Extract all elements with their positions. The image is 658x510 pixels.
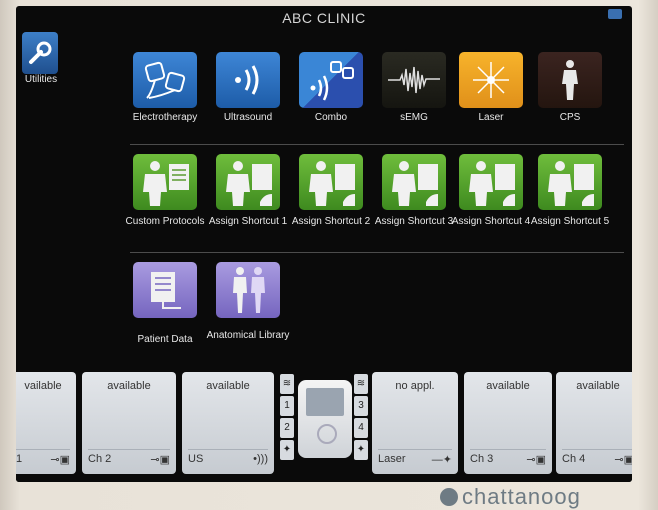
channel-slot-4[interactable]: available Ch 4 ⊸▣ (556, 372, 632, 474)
channel-name: US (188, 453, 204, 465)
shortcut-body-icon (392, 161, 438, 206)
library-label: Patient Data (137, 334, 193, 345)
channel-name: Ch 4 (562, 453, 586, 465)
ultrasound-waves-icon (235, 65, 259, 95)
electrotherapy-button[interactable] (133, 52, 197, 108)
channel-status: no appl. (395, 380, 435, 392)
channel-name: Ch 2 (88, 453, 112, 465)
brand-logo-icon (440, 488, 458, 506)
channel-status: available (486, 380, 530, 392)
anatomical-library-button[interactable] (216, 262, 280, 318)
channel-status: available (206, 380, 250, 392)
modality-label: CPS (559, 112, 581, 123)
laser-button[interactable] (459, 52, 523, 108)
port-number[interactable]: 2 (280, 418, 294, 438)
touch-screen: ABC CLINIC Utilities Electrotherapy Ultr… (16, 6, 632, 482)
protocol-label: Assign Shortcut 2 (291, 216, 371, 227)
assign-shortcut-2-button[interactable] (299, 154, 363, 210)
device-port-column-left: ≋ 1 2 ✦ (280, 374, 294, 470)
electrode-plug-icon: ⊸▣ (50, 453, 70, 466)
channel-status: available (576, 380, 620, 392)
shortcut-body-icon (548, 161, 594, 206)
modality-label: Ultrasound (223, 112, 273, 123)
shortcut-body-icon (469, 161, 515, 206)
assign-shortcut-4-button[interactable] (459, 154, 523, 210)
laser-port-icon: ✦ (280, 440, 294, 460)
protocol-label: Custom Protocols (125, 216, 205, 227)
electrode-plug-icon: ⊸▣ (526, 453, 546, 466)
protocol-body-icon (143, 161, 189, 206)
modality-label: Combo (314, 112, 348, 123)
channel-status: available (107, 380, 151, 392)
laser-burst-icon (473, 62, 509, 98)
electrode-plug-icon: ⊸▣ (150, 453, 170, 466)
patient-data-button[interactable] (133, 262, 197, 318)
protocol-label: Assign Shortcut 1 (208, 216, 288, 227)
patient-data-icon (151, 272, 181, 309)
library-label: Anatomical Library (206, 330, 290, 341)
utilities-button[interactable]: Utilities (20, 32, 62, 86)
assign-shortcut-5-button[interactable] (538, 154, 602, 210)
divider (130, 144, 624, 145)
channel-status: vailable (24, 380, 62, 392)
combo-icon (310, 61, 354, 101)
protocol-label: Assign Shortcut 5 (530, 216, 610, 227)
channel-bar: vailable 1 ⊸▣ available Ch 2 ⊸▣ available … (16, 368, 632, 482)
cps-button[interactable] (538, 52, 602, 108)
modality-label: Electrotherapy (132, 112, 198, 123)
channel-name: 1 (16, 453, 23, 465)
wrench-icon (22, 32, 58, 74)
device-port-column-right: ≋ 3 4 ✦ (354, 374, 368, 470)
device-illustration (298, 380, 352, 458)
port-number[interactable]: 4 (354, 418, 368, 438)
electrotherapy-electrodes-icon (144, 61, 186, 99)
device-knob (317, 424, 337, 444)
port-number[interactable]: 3 (354, 396, 368, 416)
channel-name: Laser (378, 453, 406, 465)
divider (130, 252, 624, 253)
laser-port-icon: ✦ (354, 440, 368, 460)
device-screen (306, 388, 344, 416)
menu-icon[interactable] (608, 9, 622, 19)
shortcut-body-icon (226, 161, 272, 206)
assign-shortcut-3-button[interactable] (382, 154, 446, 210)
port-number[interactable]: 1 (280, 396, 294, 416)
laser-probe-icon: —✦ (431, 453, 452, 466)
ultrasound-waves-icon: •))) (253, 453, 268, 465)
utilities-label: Utilities (24, 74, 58, 85)
custom-protocols-button[interactable] (133, 154, 197, 210)
anatomy-figures-icon (233, 267, 265, 313)
channel-slot-1[interactable]: vailable 1 ⊸▣ (16, 372, 76, 474)
channel-slot-laser[interactable]: no appl. Laser —✦ (372, 372, 458, 474)
ultrasound-waves-icon: ≋ (354, 374, 368, 394)
cps-body-icon (562, 60, 578, 100)
clinic-title: ABC CLINIC (282, 10, 366, 26)
electrode-plug-icon: ⊸▣ (614, 453, 632, 466)
protocol-label: Assign Shortcut 4 (451, 216, 531, 227)
shortcut-body-icon (309, 161, 355, 206)
assign-shortcut-1-button[interactable] (216, 154, 280, 210)
semg-button[interactable] (382, 52, 446, 108)
brand-name: chattanoog (462, 484, 581, 509)
channel-slot-2[interactable]: available Ch 2 ⊸▣ (82, 372, 176, 474)
ultrasound-waves-icon: ≋ (280, 374, 294, 394)
modality-label: Laser (478, 112, 504, 123)
ultrasound-button[interactable] (216, 52, 280, 108)
channel-slot-3[interactable]: available Ch 3 ⊸▣ (464, 372, 552, 474)
combo-button[interactable] (299, 52, 363, 108)
semg-waveform-icon (388, 66, 440, 94)
channel-name: Ch 3 (470, 453, 494, 465)
channel-slot-us[interactable]: available US •))) (182, 372, 274, 474)
